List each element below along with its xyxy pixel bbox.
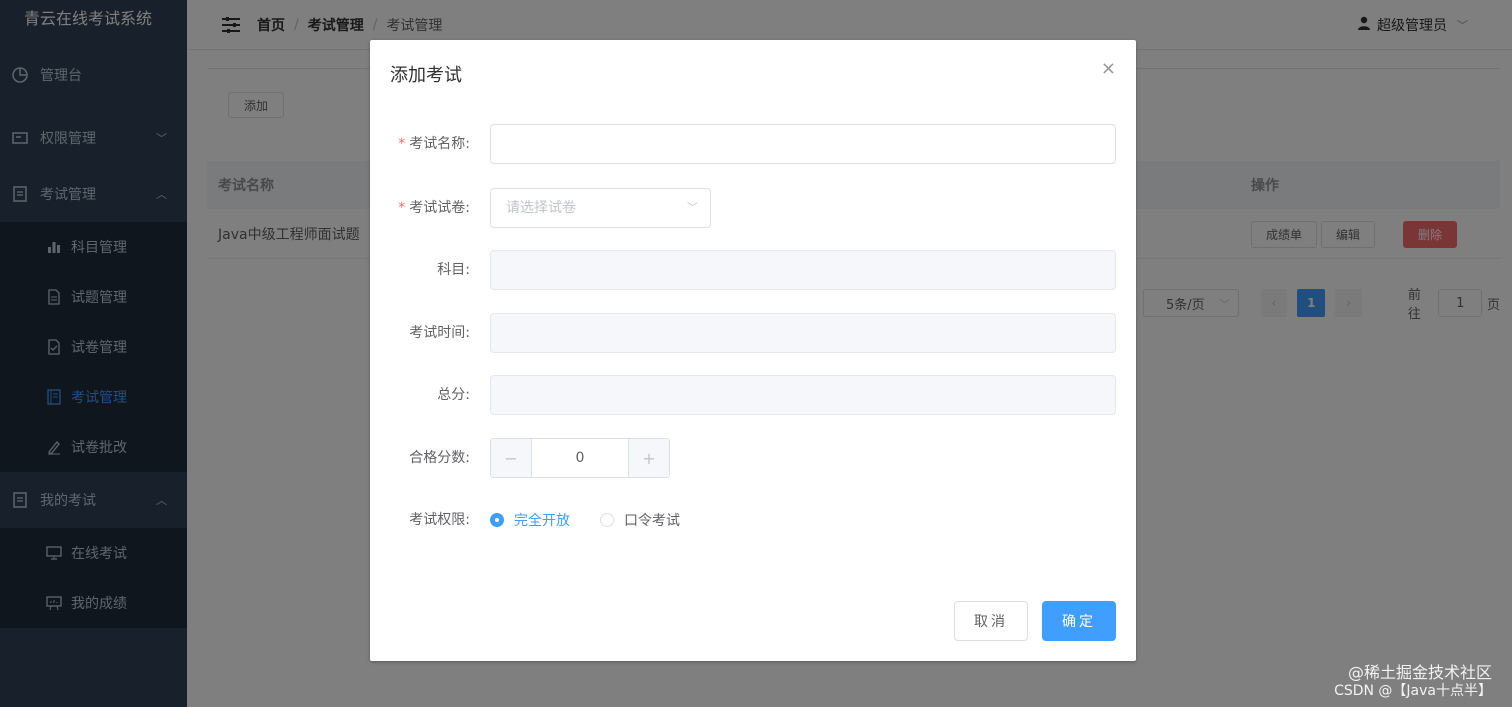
form-row-permission: 考试权限: 完全开放 口令考试 bbox=[370, 500, 1136, 540]
form-row-paper: * 考试试卷: 请选择试卷 ﹀ bbox=[370, 188, 1136, 228]
cancel-button[interactable]: 取消 bbox=[954, 601, 1028, 641]
decrement-button[interactable]: − bbox=[491, 439, 532, 477]
required-mark: * bbox=[398, 200, 406, 216]
form-row-total-score: 总分: bbox=[370, 375, 1136, 415]
permission-label: 考试权限: bbox=[409, 512, 470, 528]
close-icon[interactable]: × bbox=[1101, 58, 1116, 79]
form-row-subject: 科目: bbox=[370, 250, 1136, 290]
watermark-line: @稀土掘金技术社区 bbox=[1347, 663, 1492, 682]
form-row-exam-time: 考试时间: bbox=[370, 313, 1136, 353]
pass-score-input[interactable]: 0 bbox=[532, 439, 628, 477]
radio-open[interactable]: 完全开放 bbox=[490, 510, 570, 530]
form-label: * 考试名称: bbox=[370, 124, 478, 164]
dialog-title: 添加考试 bbox=[390, 65, 462, 86]
form-row-pass-score: 合格分数: − 0 + bbox=[370, 438, 1136, 478]
paper-label: 考试试卷: bbox=[409, 200, 470, 216]
watermark-line: CSDN @【Java十点半】 bbox=[1334, 683, 1492, 699]
watermark: @稀土掘金技术社区 CSDN @【Java十点半】 bbox=[1334, 663, 1492, 701]
exam-name-input[interactable] bbox=[490, 124, 1116, 164]
total-score-label: 总分: bbox=[437, 387, 470, 403]
paper-select-placeholder: 请选择试卷 bbox=[506, 200, 576, 216]
subject-label: 科目: bbox=[437, 262, 470, 278]
paper-select[interactable]: 请选择试卷 ﹀ bbox=[490, 188, 711, 228]
permission-radio-group: 完全开放 口令考试 bbox=[490, 500, 710, 540]
confirm-button[interactable]: 确定 bbox=[1042, 601, 1116, 641]
add-exam-dialog: 添加考试 × * 考试名称: * 考试试卷: 请选择试卷 ﹀ 科目: 考试时间: 总… bbox=[370, 40, 1136, 661]
pass-score-stepper: − 0 + bbox=[490, 438, 670, 478]
form-row-exam-name: * 考试名称: bbox=[370, 124, 1136, 164]
total-score-input bbox=[490, 375, 1116, 415]
required-mark: * bbox=[398, 136, 406, 152]
radio-label: 完全开放 bbox=[514, 513, 570, 529]
subject-input bbox=[490, 250, 1116, 290]
pass-score-label: 合格分数: bbox=[409, 450, 470, 466]
radio-checked-icon bbox=[490, 513, 504, 527]
radio-unchecked-icon bbox=[600, 513, 614, 527]
radio-label: 口令考试 bbox=[624, 513, 680, 529]
chevron-down-icon: ﹀ bbox=[687, 201, 698, 214]
radio-password[interactable]: 口令考试 bbox=[600, 510, 680, 530]
exam-time-label: 考试时间: bbox=[409, 325, 470, 341]
form-label: * 考试试卷: bbox=[370, 188, 478, 228]
exam-time-input bbox=[490, 313, 1116, 353]
increment-button[interactable]: + bbox=[628, 439, 669, 477]
exam-name-label: 考试名称: bbox=[409, 136, 470, 152]
